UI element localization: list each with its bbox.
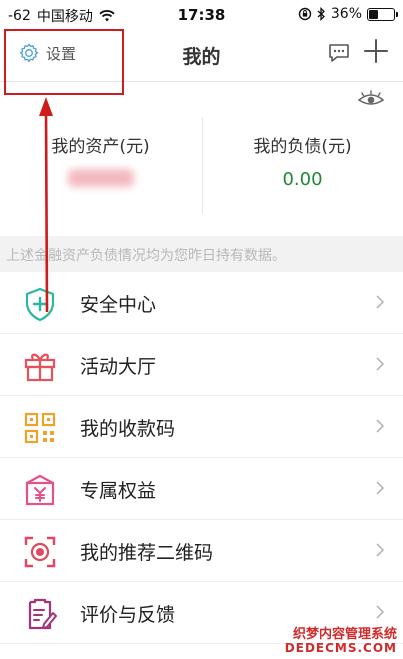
scan-frame-icon	[24, 536, 56, 568]
shield-plus-icon	[25, 287, 55, 322]
assets-value-blurred	[0, 169, 201, 191]
chevron-right-icon	[376, 605, 385, 619]
message-button[interactable]	[327, 41, 351, 69]
watermark-line2: DEDECMS.COM	[284, 640, 397, 655]
liabilities-label: 我的负债(元)	[253, 137, 352, 157]
liabilities-value: 0.00	[282, 169, 323, 190]
chat-bubble-icon	[329, 44, 349, 62]
assets-column[interactable]: 我的资产(元)	[0, 108, 201, 191]
menu-item-label: 评价与反馈	[80, 604, 176, 626]
annotation-highlight-box	[4, 29, 124, 95]
chevron-right-icon	[376, 357, 385, 371]
eye-icon	[357, 90, 385, 105]
assets-panel: 我的资产(元) 我的负债(元) 0.00	[0, 108, 403, 234]
rotation-lock-icon	[298, 7, 312, 21]
menu-item-label: 我的收款码	[80, 418, 176, 440]
menu-list: 安全中心 活动大厅 我的收款码 专属权益 我的推荐二维码 评价与反馈	[0, 272, 403, 644]
menu-item-label: 安全中心	[80, 294, 157, 316]
liabilities-column[interactable]: 我的负债(元) 0.00	[202, 108, 403, 191]
menu-item-security-center[interactable]: 安全中心	[0, 272, 403, 334]
menu-item-payment-code[interactable]: 我的收款码	[0, 396, 403, 458]
add-button[interactable]	[363, 38, 389, 68]
qr-code-icon	[24, 412, 56, 444]
chevron-right-icon	[376, 543, 385, 557]
menu-item-referral-qr[interactable]: 我的推荐二维码	[0, 520, 403, 582]
menu-item-exclusive-benefits[interactable]: 专属权益	[0, 458, 403, 520]
menu-item-activity-hall[interactable]: 活动大厅	[0, 334, 403, 396]
menu-item-label: 我的推荐二维码	[80, 542, 214, 564]
watermark-line1: 织梦内容管理系统	[292, 626, 397, 642]
assets-label: 我的资产(元)	[51, 137, 150, 157]
gift-box-icon	[24, 353, 56, 382]
menu-item-label: 专属权益	[80, 480, 157, 502]
battery-percent: 36%	[330, 6, 362, 22]
chevron-right-icon	[376, 419, 385, 433]
plus-icon	[364, 39, 388, 63]
status-bar: -62 中国移动 17:38 36%	[0, 0, 403, 28]
bluetooth-icon	[317, 7, 325, 21]
status-right: 36%	[298, 6, 398, 22]
site-watermark: 织梦内容管理系统 DEDECMS.COM	[284, 626, 397, 655]
menu-item-label: 活动大厅	[80, 356, 157, 378]
data-note: 上述金融资产负债情况均为您昨日持有数据。	[0, 236, 403, 272]
feedback-edit-icon	[28, 598, 57, 630]
chevron-right-icon	[376, 295, 385, 309]
chevron-right-icon	[376, 481, 385, 495]
yuan-gift-icon	[25, 474, 55, 506]
battery-icon	[367, 7, 398, 21]
